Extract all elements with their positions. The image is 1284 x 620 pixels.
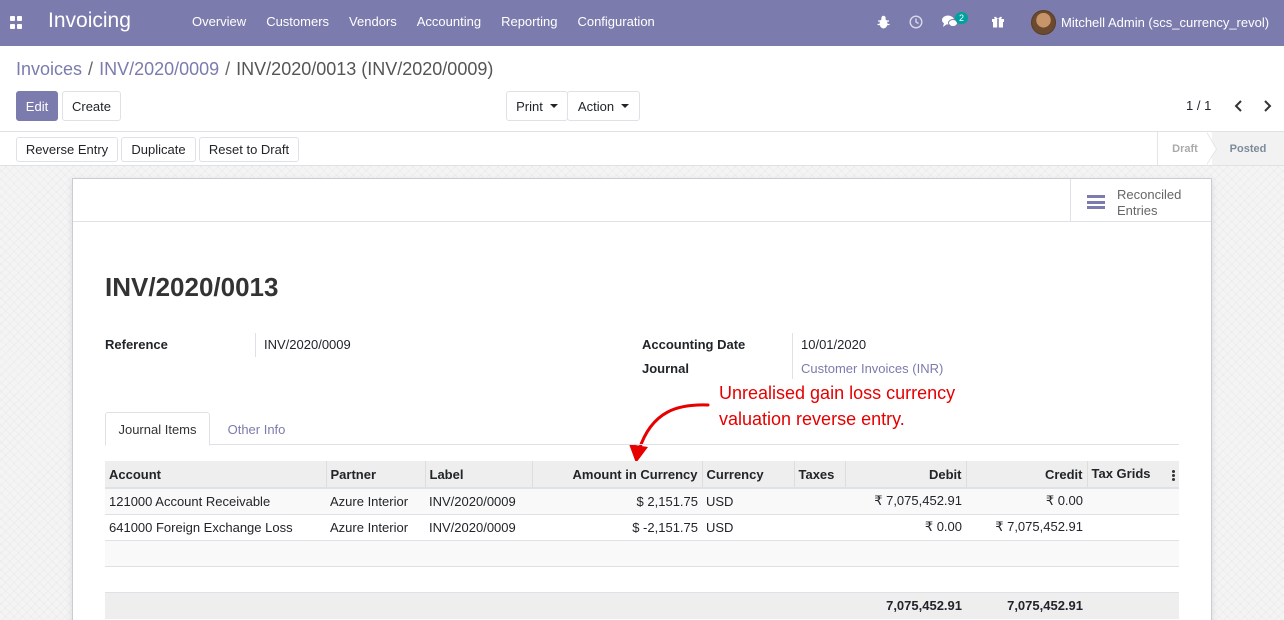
cell-currency: USD (702, 487, 794, 514)
journal-link[interactable]: Customer Invoices (INR) (801, 361, 943, 376)
total-credit: 7,075,452.91 (966, 591, 1087, 619)
pager-next-icon[interactable] (1262, 100, 1272, 112)
accounting-date-value: 10/01/2020 (801, 337, 867, 352)
column-header-amount-in-currency[interactable]: Amount in Currency (532, 461, 703, 489)
column-header-tax-grids-label: Tax Grids (1091, 466, 1151, 481)
stage-posted: Posted (1212, 132, 1284, 165)
smart-button-line1: Reconciled (1117, 187, 1182, 202)
duplicate-button[interactable]: Duplicate (121, 137, 196, 162)
cell-account: 121000 Account Receivable (105, 487, 326, 514)
journal-label: Journal (642, 361, 689, 376)
reset-to-draft-button[interactable]: Reset to Draft (199, 137, 299, 162)
print-label: Print (516, 98, 543, 114)
optional-columns-icon[interactable] (1172, 469, 1175, 482)
column-header-label[interactable]: Label (425, 461, 533, 489)
table-row[interactable]: 121000 Account Receivable Azure Interior… (105, 487, 1179, 514)
smart-button-line2: Entries (1117, 203, 1158, 218)
cell-account: 641000 Foreign Exchange Loss (105, 513, 326, 540)
action-dropdown[interactable]: Action (567, 91, 640, 121)
stage-arrow-divider (1206, 132, 1216, 165)
notebook-tabs: Journal Items Other Info (105, 412, 1179, 446)
empty-row (105, 539, 1179, 566)
reference-value: INV/2020/0009 (264, 337, 351, 352)
column-header-taxes[interactable]: Taxes (794, 461, 846, 489)
column-header-partner[interactable]: Partner (326, 461, 426, 489)
menu-customers[interactable]: Customers (256, 14, 339, 29)
menu-reporting[interactable]: Reporting (491, 14, 567, 29)
menu-configuration[interactable]: Configuration (567, 14, 664, 29)
breadcrumb-parent-invoice[interactable]: INV/2020/0009 (99, 59, 219, 79)
cell-tax-grids (1087, 513, 1179, 540)
column-header-credit[interactable]: Credit (966, 461, 1088, 489)
breadcrumb-separator: / (225, 59, 231, 79)
cell-partner: Azure Interior (326, 487, 425, 514)
pager-previous-icon[interactable] (1234, 100, 1244, 112)
column-header-tax-grids[interactable]: Tax Grids (1087, 461, 1179, 489)
action-label: Action (577, 98, 615, 114)
column-header-account[interactable]: Account (105, 461, 327, 489)
bug-icon[interactable] (877, 15, 890, 29)
cell-debit: ₹ 0.00 (845, 513, 966, 540)
cell-label: INV/2020/0009 (425, 513, 532, 540)
field-divider (255, 333, 256, 357)
app-name[interactable]: Invoicing (48, 9, 131, 33)
top-navbar: Invoicing Overview Customers Vendors Acc… (0, 0, 1284, 46)
table-row[interactable]: 641000 Foreign Exchange Loss Azure Inter… (105, 513, 1179, 540)
breadcrumb-current: INV/2020/0013 (INV/2020/0009) (236, 59, 494, 79)
table-header-row: Account Partner Label Amount in Currency… (105, 461, 1179, 489)
cell-label: INV/2020/0009 (425, 487, 532, 514)
reference-label: Reference (105, 337, 168, 352)
print-dropdown[interactable]: Print (506, 91, 568, 121)
cell-tax-grids (1087, 487, 1179, 514)
user-menu[interactable]: Mitchell Admin (scs_currency_revol) (1061, 15, 1269, 30)
cell-debit: ₹ 7,075,452.91 (845, 487, 966, 514)
tab-other-info[interactable]: Other Info (210, 412, 303, 446)
reconciled-entries-button[interactable]: Reconciled Entries (1070, 179, 1211, 222)
empty-row (105, 565, 1179, 592)
accounting-date-label: Accounting Date (642, 337, 746, 352)
reverse-entry-button[interactable]: Reverse Entry (16, 137, 118, 162)
menu-overview[interactable]: Overview (182, 14, 256, 29)
breadcrumb: Invoices / INV/2020/0009/INV/2020/0013 (IN… (16, 59, 493, 80)
breadcrumb-invoices[interactable]: Invoices (16, 59, 82, 79)
edit-button[interactable]: Edit (16, 91, 58, 121)
gift-icon[interactable] (991, 14, 1005, 28)
column-header-currency[interactable]: Currency (702, 461, 795, 489)
create-button[interactable]: Create (62, 91, 121, 121)
list-icon (1087, 195, 1105, 209)
chevron-down-icon (549, 104, 558, 108)
messages-count-badge: 2 (955, 12, 969, 24)
column-header-debit[interactable]: Debit (845, 461, 967, 489)
reconciled-entries-label: Reconciled Entries (1117, 187, 1197, 219)
button-box: Reconciled Entries (73, 179, 1211, 222)
field-divider (792, 333, 793, 379)
apps-menu-icon[interactable] (10, 16, 23, 29)
cell-amount-in-currency: $ 2,151.75 (532, 487, 702, 514)
cell-taxes (794, 487, 845, 514)
control-panel: Invoices / INV/2020/0009/INV/2020/0013 (IN… (0, 46, 1284, 132)
cell-partner: Azure Interior (326, 513, 425, 540)
menu-vendors[interactable]: Vendors (339, 14, 407, 29)
annotation-line1: Unrealised gain loss currency (719, 383, 956, 403)
breadcrumb-separator: / (88, 59, 94, 79)
menu-accounting[interactable]: Accounting (407, 14, 491, 29)
cell-credit: ₹ 0.00 (966, 487, 1087, 514)
cell-currency: USD (702, 513, 794, 540)
journal-items-table: Account Partner Label Amount in Currency… (105, 461, 1179, 619)
totals-row: 7,075,452.91 7,075,452.91 (105, 591, 1179, 619)
pager-value[interactable]: 1 / 1 (1186, 98, 1211, 113)
tab-journal-items[interactable]: Journal Items (105, 412, 210, 446)
main-menu: Overview Customers Vendors Accounting Re… (182, 14, 665, 29)
status-bar: Reverse Entry Duplicate Reset to Draft D… (0, 132, 1284, 166)
user-avatar[interactable] (1031, 10, 1056, 35)
stage-draft: Draft (1157, 132, 1212, 165)
cell-credit: ₹ 7,075,452.91 (966, 513, 1087, 540)
cell-taxes (794, 513, 845, 540)
activity-clock-icon[interactable] (909, 15, 923, 29)
chevron-down-icon (621, 104, 630, 108)
cell-amount-in-currency: $ -2,151.75 (532, 513, 702, 540)
record-title: INV/2020/0013 (105, 272, 279, 302)
total-debit: 7,075,452.91 (845, 591, 966, 619)
